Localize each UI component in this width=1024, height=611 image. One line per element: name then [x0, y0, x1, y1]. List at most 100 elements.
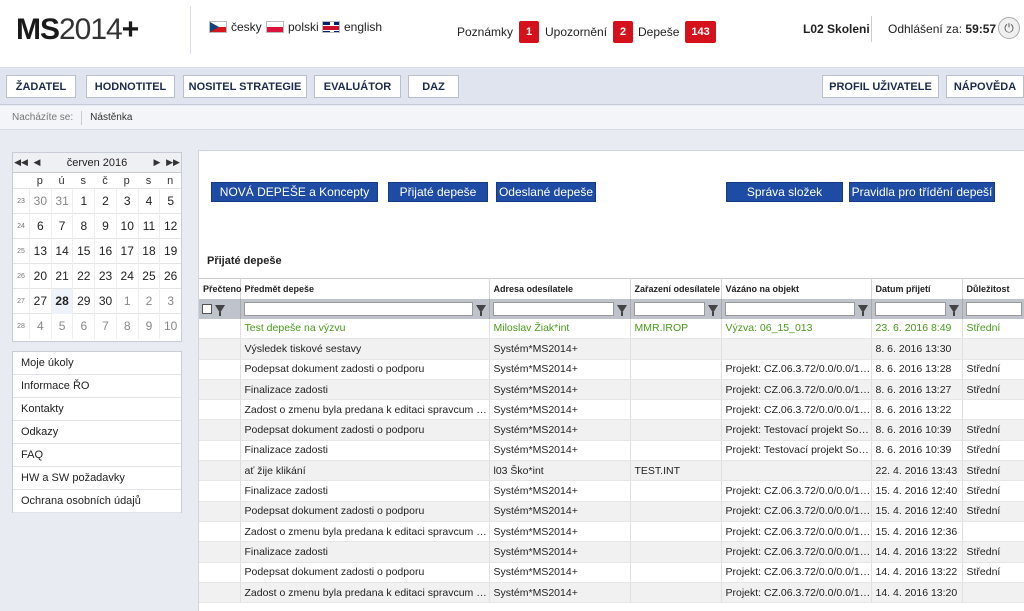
calendar-day[interactable]: 26	[159, 263, 181, 289]
calendar-day[interactable]: 25	[137, 263, 160, 289]
calendar-day[interactable]: 13	[29, 238, 51, 264]
calendar-day[interactable]: 1	[115, 288, 138, 314]
messages-link[interactable]: Depeše 143	[638, 21, 716, 43]
table-row[interactable]: Zadost o zmenu byla predana k editaci sp…	[199, 582, 1024, 604]
next-year-icon[interactable]: ▶▶	[165, 157, 181, 168]
calendar-day[interactable]: 2	[137, 288, 160, 314]
calendar-day[interactable]: 14	[50, 238, 73, 264]
filter-category-input[interactable]	[633, 301, 705, 316]
table-row[interactable]: Výsledek tiskové sestavy Systém*MS2014+ 8.…	[199, 338, 1024, 360]
calendar-day[interactable]: 8	[115, 313, 138, 339]
column-header-priority[interactable]: Důležitost	[962, 278, 1024, 299]
filter-icon[interactable]	[475, 304, 486, 316]
calendar-day[interactable]: 9	[94, 213, 116, 239]
power-icon[interactable]: ⏻	[998, 17, 1020, 39]
calendar-day[interactable]: 5	[159, 188, 181, 214]
received-messages-button[interactable]: Přijaté depeše	[388, 182, 488, 202]
calendar-day[interactable]: 16	[94, 238, 116, 264]
table-row[interactable]: Finalizace zadosti Systém*MS2014+ Projekt:…	[199, 480, 1024, 502]
table-row[interactable]: Test depeše na výzvu Miloslav Žiak*int MMR…	[199, 318, 1024, 340]
lang-polish-link[interactable]: polski	[266, 20, 319, 34]
notes-link[interactable]: Poznámky 1	[457, 21, 540, 43]
table-row[interactable]: ať žije klikání l03 Ško*int TEST.INT 22. 4.…	[199, 460, 1024, 482]
calendar-day[interactable]: 30	[94, 288, 116, 314]
calendar-day[interactable]: 5	[50, 313, 73, 339]
calendar-day[interactable]: 15	[72, 238, 94, 264]
calendar-day[interactable]: 6	[29, 213, 51, 239]
filter-priority-input[interactable]	[965, 301, 1022, 316]
side-menu-moje-ukoly[interactable]: Moje úkoly	[13, 352, 181, 375]
table-row[interactable]: Podepsat dokument zadosti o podporu Systé…	[199, 501, 1024, 522]
calendar-day[interactable]: 7	[94, 313, 116, 339]
nav-daz-button[interactable]: DAZ	[408, 75, 459, 98]
new-message-button[interactable]: NOVÁ DEPEŠE a Koncepty	[211, 182, 378, 202]
column-header-read[interactable]: Přečteno	[199, 278, 242, 299]
table-row[interactable]: Podepsat dokument zadosti o podporu Systé…	[199, 419, 1024, 441]
nav-napoveda-button[interactable]: NÁPOVĚDA	[946, 75, 1024, 98]
column-header-sender[interactable]: Adresa odesílatele	[489, 278, 631, 299]
calendar-day[interactable]: 29	[72, 288, 94, 314]
calendar-day[interactable]: 22	[72, 263, 94, 289]
calendar-day[interactable]: 21	[50, 263, 73, 289]
filter-object-input[interactable]	[724, 301, 855, 316]
calendar-day[interactable]: 24	[115, 263, 138, 289]
calendar-day[interactable]: 1	[72, 188, 94, 214]
calendar-day[interactable]: 6	[72, 313, 94, 339]
calendar-day[interactable]: 7	[50, 213, 73, 239]
column-header-subject[interactable]: Předmět depeše	[240, 278, 490, 299]
table-row[interactable]: Podepsat dokument zadosti o podporu Systé…	[199, 562, 1024, 583]
column-header-date[interactable]: Datum přijetí	[871, 278, 963, 299]
filter-subject-input[interactable]	[243, 301, 473, 316]
calendar-day[interactable]: 3	[115, 188, 138, 214]
side-menu-informace-ro[interactable]: Informace ŘO	[13, 375, 181, 398]
filter-icon[interactable]	[707, 304, 718, 316]
column-header-category[interactable]: Zařazení odesílatele	[630, 278, 722, 299]
table-row[interactable]: Finalizace zadosti Systém*MS2014+ Projekt:…	[199, 379, 1024, 401]
filter-sender-input[interactable]	[492, 301, 614, 316]
calendar-day[interactable]: 23	[94, 263, 116, 289]
user-name[interactable]: L02 Skoleni	[803, 22, 870, 36]
nav-nositel-strategie-button[interactable]: NOSITEL STRATEGIE	[183, 75, 307, 98]
calendar-day[interactable]: 2	[94, 188, 116, 214]
side-menu-odkazy[interactable]: Odkazy	[13, 421, 181, 444]
calendar-day[interactable]: 30	[29, 188, 51, 214]
calendar-day[interactable]: 31	[50, 188, 73, 214]
ms2014-logo[interactable]: MS2014+	[16, 13, 139, 47]
table-row[interactable]: Zadost o zmenu byla predana k editaci sp…	[199, 399, 1024, 421]
filter-date-input[interactable]	[874, 301, 946, 316]
side-menu-kontakty[interactable]: Kontakty	[13, 398, 181, 421]
manage-folders-button[interactable]: Správa složek	[726, 182, 843, 202]
calendar-day[interactable]: 8	[72, 213, 94, 239]
sent-messages-button[interactable]: Odeslané depeše	[496, 182, 596, 202]
next-month-icon[interactable]: ▶	[149, 157, 165, 168]
table-row[interactable]: Podepsat dokument zadosti o podporu Systé…	[199, 359, 1024, 380]
calendar-day[interactable]: 20	[29, 263, 51, 289]
select-all-checkbox[interactable]	[202, 303, 212, 314]
calendar-day[interactable]: 10	[159, 313, 181, 339]
calendar-day[interactable]: 27	[29, 288, 51, 314]
nav-hodnotitel-button[interactable]: HODNOTITEL	[86, 75, 175, 98]
filter-icon[interactable]	[857, 304, 868, 316]
calendar-day[interactable]: 11	[137, 213, 160, 239]
calendar-day[interactable]: 10	[115, 213, 138, 239]
alerts-link[interactable]: Upozornění 2	[545, 21, 634, 43]
calendar-day[interactable]: 28	[50, 288, 73, 314]
calendar-day[interactable]: 19	[159, 238, 181, 264]
prev-month-icon[interactable]: ◀	[29, 157, 45, 168]
prev-year-icon[interactable]: ◀◀	[13, 157, 29, 168]
calendar-day[interactable]: 9	[137, 313, 160, 339]
nav-evaluator-button[interactable]: EVALUÁTOR	[314, 75, 401, 98]
lang-english-link[interactable]: english	[322, 20, 382, 34]
table-row[interactable]: Finalizace zadosti Systém*MS2014+ Projekt:…	[199, 440, 1024, 462]
table-row[interactable]: Finalizace zadosti Systém*MS2014+ Projekt:…	[199, 541, 1024, 563]
calendar-day[interactable]: 4	[137, 188, 160, 214]
nav-profil-uzivatele-button[interactable]: PROFIL UŽIVATELE	[822, 75, 939, 98]
filter-icon[interactable]	[616, 304, 627, 316]
filter-icon[interactable]	[215, 304, 225, 316]
side-menu-ochrana-udaju[interactable]: Ochrana osobních údajů	[13, 490, 181, 513]
side-menu-hw-sw[interactable]: HW a SW požadavky	[13, 467, 181, 490]
calendar-day[interactable]: 3	[159, 288, 181, 314]
sorting-rules-button[interactable]: Pravidla pro třídění depeší	[849, 182, 995, 202]
nav-zadatel-button[interactable]: ŽADATEL	[6, 75, 76, 98]
column-header-object[interactable]: Vázáno na objekt	[721, 278, 872, 299]
